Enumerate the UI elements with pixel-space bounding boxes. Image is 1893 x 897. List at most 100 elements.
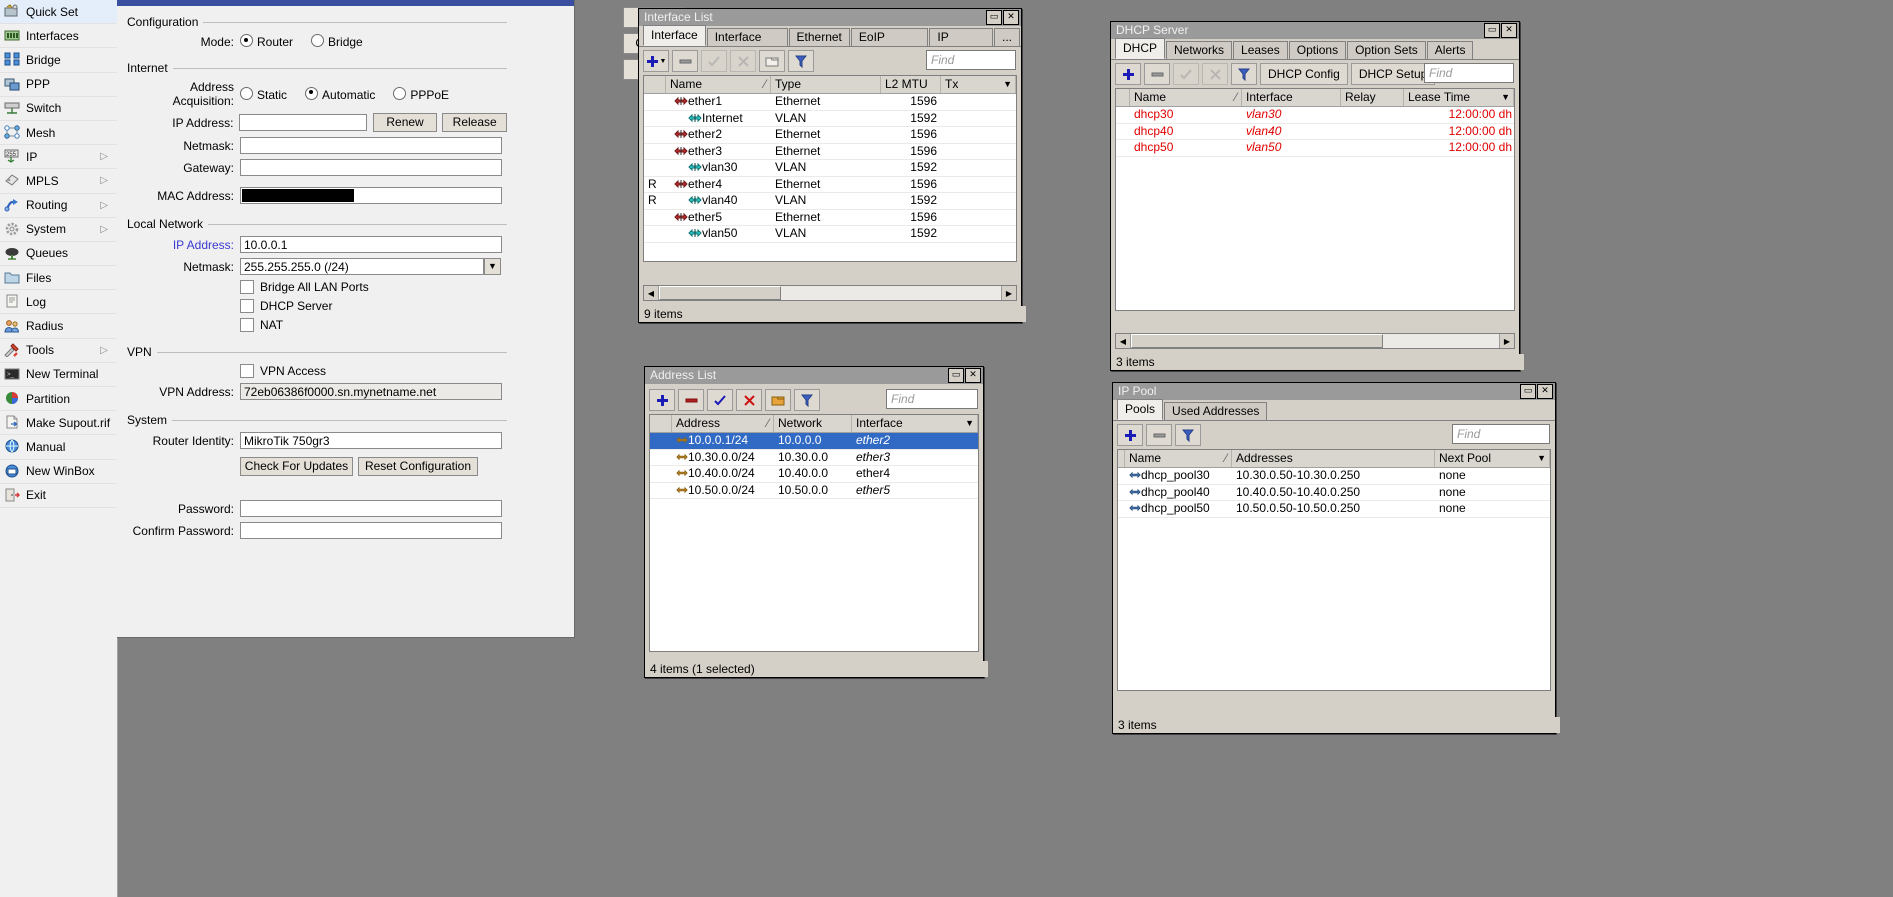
sidebar-item-tools[interactable]: Tools ▷ <box>0 339 117 363</box>
close-icon[interactable]: ✕ <box>1537 384 1553 399</box>
close-icon[interactable]: ✕ <box>1003 10 1019 25</box>
lan-netmask-input[interactable]: 255.255.255.0 (/24) <box>240 258 484 275</box>
tab-leases[interactable]: Leases <box>1233 41 1288 59</box>
table-row[interactable]: dhcp_pool40 10.40.0.50-10.40.0.250 none <box>1118 485 1550 501</box>
table-row[interactable]: dhcp50 vlan50 12:00:00 dh <box>1116 140 1514 157</box>
sidebar-item-exit[interactable]: Exit <box>0 484 117 508</box>
checkbox-dhcp-server[interactable] <box>240 299 254 313</box>
sidebar-item-interfaces[interactable]: Interfaces <box>0 24 117 49</box>
interface-hscrollbar[interactable]: ◀ ▶ <box>643 285 1017 301</box>
checkbox-nat[interactable] <box>240 318 254 332</box>
add-dhcp-button[interactable] <box>1115 63 1141 85</box>
table-row[interactable]: 10.50.0.0/24 10.50.0.0 ether5 <box>650 483 978 499</box>
table-row[interactable]: Internet VLAN 1592 <box>644 111 1016 127</box>
sidebar-item-radius[interactable]: Radius <box>0 314 117 339</box>
remove-address-button[interactable] <box>678 389 704 411</box>
wan-netmask-input[interactable] <box>240 137 502 154</box>
col-name[interactable]: Name ⁄ <box>1125 450 1232 467</box>
tab-dhcp[interactable]: DHCP <box>1115 38 1166 59</box>
tab-eoip-tunnel[interactable]: EoIP Tunnel <box>850 28 929 61</box>
tab-ip-tunnel[interactable]: IP Tunnel <box>929 28 993 61</box>
remove-pool-button[interactable] <box>1146 424 1172 446</box>
lan-ip-input[interactable]: 10.0.0.1 <box>240 236 502 253</box>
add-pool-button[interactable] <box>1117 424 1143 446</box>
col-flags[interactable] <box>1116 89 1130 106</box>
col-flags[interactable] <box>644 76 666 93</box>
sidebar-item-manual[interactable]: Manual <box>0 435 117 460</box>
sidebar-item-ppp[interactable]: PPP <box>0 73 117 97</box>
sidebar-item-mesh[interactable]: Mesh <box>0 121 117 146</box>
filter-interface-button[interactable] <box>788 50 814 72</box>
tab-pools[interactable]: Pools <box>1117 399 1164 420</box>
sidebar-item-new-winbox[interactable]: New WinBox <box>0 460 117 484</box>
column-menu-icon[interactable]: ▼ <box>1003 76 1012 92</box>
row-bridge-all-lan[interactable]: Bridge All LAN Ports <box>127 280 507 294</box>
remove-dhcp-button[interactable] <box>1144 63 1170 85</box>
table-row[interactable]: 10.0.0.1/24 10.0.0.0 ether2 <box>650 433 978 450</box>
table-row[interactable]: ether3 Ethernet 1596 <box>644 144 1016 160</box>
enable-address-button[interactable] <box>707 389 733 411</box>
scroll-right-icon[interactable]: ▶ <box>1499 334 1514 348</box>
disable-interface-button[interactable] <box>730 50 756 72</box>
filter-pool-button[interactable] <box>1175 424 1201 446</box>
table-row[interactable]: Rvlan40 VLAN 1592 <box>644 193 1016 210</box>
reset-configuration-button[interactable]: Reset Configuration <box>358 457 478 476</box>
tab-option-sets[interactable]: Option Sets <box>1347 41 1426 59</box>
maximize-icon[interactable]: ▭ <box>986 10 1002 25</box>
dhcp-config-button[interactable]: DHCP Config <box>1260 63 1348 85</box>
interface-window-titlebar[interactable]: Interface List ▭ ✕ <box>639 9 1021 26</box>
col-next-pool[interactable]: Next Pool ▼ <box>1435 450 1550 467</box>
col-l2mtu[interactable]: L2 MTU <box>881 76 941 93</box>
dhcp-window-titlebar[interactable]: DHCP Server ▭ ✕ <box>1111 22 1519 39</box>
table-row[interactable]: ether2 Ethernet 1596 <box>644 127 1016 144</box>
sidebar-item-mpls[interactable]: MPLS ▷ <box>0 169 117 194</box>
tab-interface[interactable]: Interface <box>643 25 706 46</box>
check-for-updates-button[interactable]: Check For Updates <box>240 457 353 476</box>
pool-window-titlebar[interactable]: IP Pool ▭ ✕ <box>1113 383 1555 400</box>
table-row[interactable]: dhcp_pool30 10.30.0.50-10.30.0.250 none <box>1118 468 1550 485</box>
sidebar-item-routing[interactable]: Routing ▷ <box>0 194 117 218</box>
sidebar-item-switch[interactable]: Switch <box>0 97 117 121</box>
column-menu-icon[interactable]: ▼ <box>1537 450 1546 466</box>
row-nat[interactable]: NAT <box>127 318 507 332</box>
sidebar-item-files[interactable]: Files <box>0 266 117 291</box>
dhcp-find-input[interactable]: Find <box>1424 63 1514 83</box>
table-row[interactable]: Rether4 Ethernet 1596 <box>644 177 1016 193</box>
radio-static[interactable] <box>240 86 253 100</box>
col-network[interactable]: Network <box>774 415 852 432</box>
column-menu-icon[interactable]: ▼ <box>965 415 974 431</box>
col-flags[interactable] <box>1118 450 1125 467</box>
maximize-icon[interactable]: ▭ <box>1520 384 1536 399</box>
enable-dhcp-button[interactable] <box>1173 63 1199 85</box>
add-address-button[interactable] <box>649 389 675 411</box>
sidebar-item-new-terminal[interactable]: >_ New Terminal <box>0 363 117 387</box>
radio-automatic[interactable] <box>305 86 319 100</box>
comment-interface-button[interactable] <box>759 50 785 72</box>
release-button[interactable]: Release <box>442 113 507 132</box>
sidebar-item-log[interactable]: Log <box>0 290 117 315</box>
table-row[interactable]: vlan50 VLAN 1592 <box>644 226 1016 243</box>
close-icon[interactable]: ✕ <box>1501 23 1517 38</box>
col-name[interactable]: Name ⁄ <box>666 76 771 93</box>
acq-option-static[interactable]: Static <box>240 86 287 102</box>
address-find-input[interactable]: Find <box>886 389 978 409</box>
table-row[interactable]: dhcp40 vlan40 12:00:00 dh <box>1116 124 1514 140</box>
tab-networks[interactable]: Networks <box>1166 41 1233 59</box>
remove-interface-button[interactable] <box>672 50 698 72</box>
col-relay[interactable]: Relay <box>1341 89 1404 106</box>
dhcp-setup-button[interactable]: DHCP Setup <box>1350 63 1436 85</box>
row-vpn-access[interactable]: VPN Access <box>127 364 507 378</box>
acq-option-automatic[interactable]: Automatic <box>305 86 375 102</box>
sidebar-item-ip[interactable]: 255 IP ▷ <box>0 145 117 170</box>
sidebar-item-make-supout-rif[interactable]: Make Supout.rif <box>0 411 117 436</box>
tab-options[interactable]: Options <box>1288 41 1347 59</box>
col-tx[interactable]: Tx ▼ <box>941 76 1016 93</box>
wan-ip-input[interactable] <box>239 114 367 131</box>
disable-dhcp-button[interactable] <box>1202 63 1228 85</box>
interface-find-input[interactable]: Find <box>926 50 1016 70</box>
filter-address-button[interactable] <box>794 389 820 411</box>
tab-ethernet[interactable]: Ethernet <box>788 28 850 46</box>
vpn-address-input[interactable]: 72eb06386f0000.sn.mynetname.net <box>240 383 502 400</box>
renew-button[interactable]: Renew <box>372 113 438 132</box>
table-row[interactable]: 10.30.0.0/24 10.30.0.0 ether3 <box>650 450 978 466</box>
